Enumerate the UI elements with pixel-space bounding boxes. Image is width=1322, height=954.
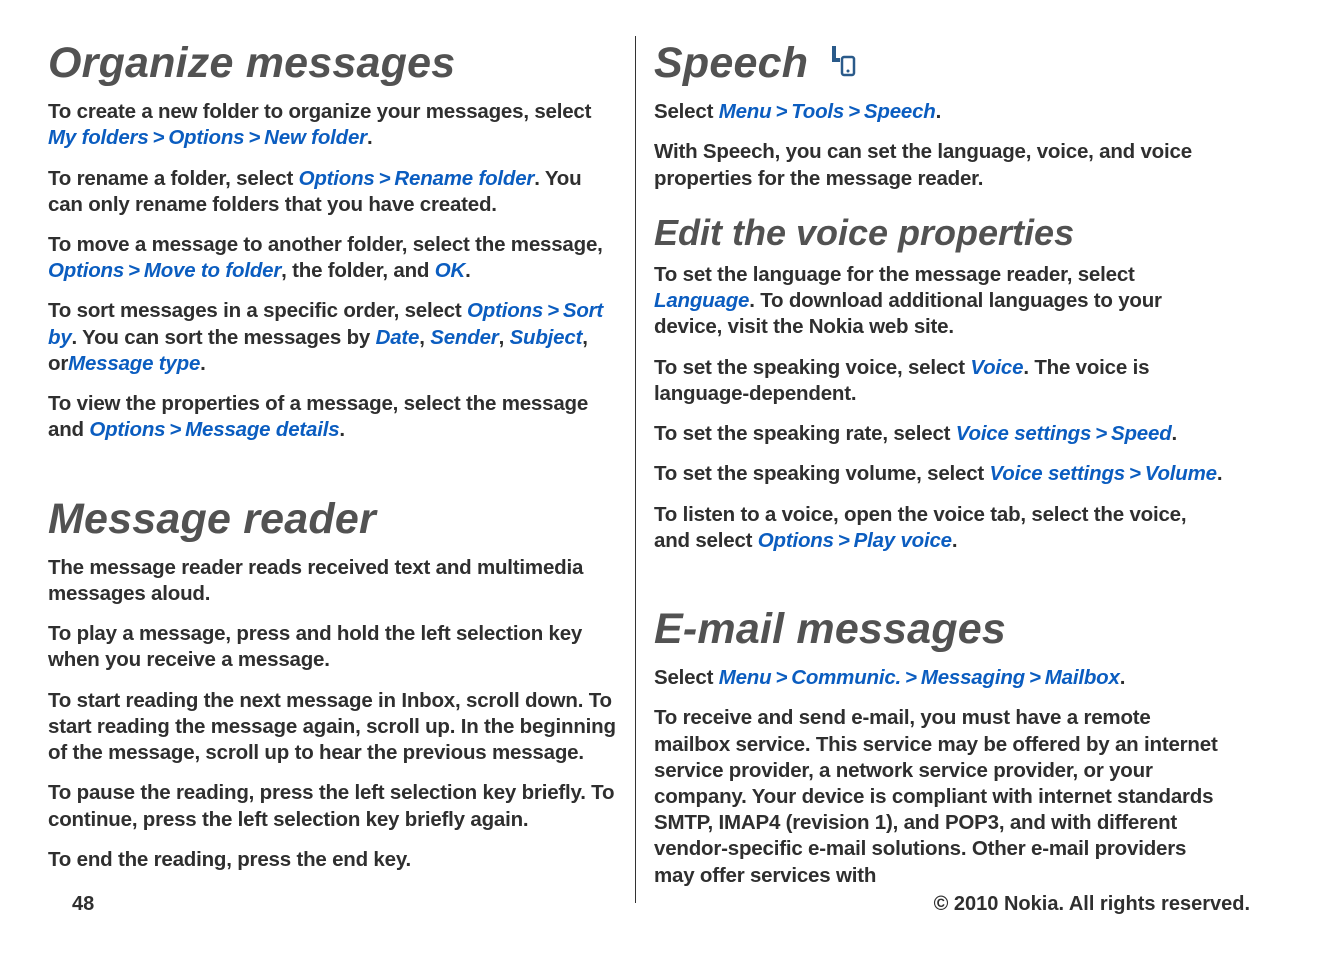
para-email-intro: To receive and send e-mail, you must hav… — [654, 705, 1224, 889]
link-new-folder[interactable]: New folder — [264, 126, 367, 149]
para-reader-intro: The message reader reads received text a… — [48, 555, 617, 607]
right-column: Speech Select Menu>Tools>Speech. With Sp… — [636, 36, 1224, 903]
link-options[interactable]: Options — [48, 259, 124, 282]
text: To set the language for the message read… — [654, 263, 1135, 286]
chevron-right-icon: > — [844, 100, 864, 123]
link-menu[interactable]: Menu — [719, 100, 772, 123]
link-subject[interactable]: Subject — [510, 326, 583, 349]
link-move-to-folder[interactable]: Move to folder — [144, 259, 281, 282]
para-sort-messages: To sort messages in a specific order, se… — [48, 298, 617, 377]
chevron-right-icon: > — [771, 100, 791, 123]
heading-edit-voice-properties: Edit the voice properties — [654, 210, 1224, 256]
text: Select — [654, 666, 719, 689]
link-speech[interactable]: Speech — [864, 100, 936, 123]
chevron-right-icon: > — [543, 299, 563, 322]
text: To sort messages in a specific order, se… — [48, 299, 467, 322]
chevron-right-icon: > — [1125, 462, 1145, 485]
link-date[interactable]: Date — [376, 326, 420, 349]
text: . — [1217, 462, 1223, 485]
link-options[interactable]: Options — [467, 299, 543, 322]
text: . — [952, 529, 958, 552]
para-pause-reading: To pause the reading, press the left sel… — [48, 780, 617, 832]
text: . — [367, 126, 373, 149]
link-voice-settings[interactable]: Voice settings — [956, 422, 1091, 445]
speech-icon — [826, 36, 856, 91]
link-options[interactable]: Options — [758, 529, 834, 552]
para-set-voice: To set the speaking voice, select Voice.… — [654, 355, 1224, 407]
link-options[interactable]: Options — [89, 418, 165, 441]
link-play-voice[interactable]: Play voice — [854, 529, 952, 552]
text: . — [936, 100, 942, 123]
text: To set the speaking volume, select — [654, 462, 990, 485]
chevron-right-icon: > — [1025, 666, 1045, 689]
para-next-message: To start reading the next message in Inb… — [48, 688, 617, 767]
text: To create a new folder to organize your … — [48, 100, 591, 123]
link-ok[interactable]: OK — [435, 259, 465, 282]
heading-message-reader: Message reader — [48, 492, 617, 547]
text: Select — [654, 100, 719, 123]
text: . — [1172, 422, 1178, 445]
link-options[interactable]: Options — [168, 126, 244, 149]
para-speech-nav: Select Menu>Tools>Speech. — [654, 99, 1224, 125]
link-language[interactable]: Language — [654, 289, 749, 312]
link-voice[interactable]: Voice — [970, 356, 1023, 379]
chevron-right-icon: > — [124, 259, 144, 282]
para-play-message: To play a message, press and hold the le… — [48, 621, 617, 673]
chevron-right-icon: > — [901, 666, 921, 689]
chevron-right-icon: > — [1091, 422, 1111, 445]
para-set-rate: To set the speaking rate, select Voice s… — [654, 421, 1224, 447]
text: , the folder, and — [281, 259, 435, 282]
text: To set the speaking rate, select — [654, 422, 956, 445]
chevron-right-icon: > — [244, 126, 264, 149]
text: . You can sort the messages by — [72, 326, 376, 349]
chevron-right-icon: > — [771, 666, 791, 689]
page-number: 48 — [72, 892, 94, 918]
link-speed[interactable]: Speed — [1111, 422, 1172, 445]
link-message-type[interactable]: Message type — [68, 352, 200, 375]
para-create-folder: To create a new folder to organize your … — [48, 99, 617, 151]
link-voice-settings[interactable]: Voice settings — [990, 462, 1125, 485]
para-move-message: To move a message to another folder, sel… — [48, 232, 617, 284]
link-tools[interactable]: Tools — [791, 100, 844, 123]
para-email-nav: Select Menu>Communic.>Messaging>Mailbox. — [654, 665, 1224, 691]
heading-text: Speech — [654, 39, 808, 87]
link-my-folders[interactable]: My folders — [48, 126, 149, 149]
link-communic[interactable]: Communic. — [791, 666, 901, 689]
para-listen-voice: To listen to a voice, open the voice tab… — [654, 502, 1224, 554]
page-content: Organize messages To create a new folder… — [0, 0, 1322, 903]
text: . — [339, 418, 345, 441]
text: . — [200, 352, 206, 375]
para-message-properties: To view the properties of a message, sel… — [48, 391, 617, 443]
heading-speech: Speech — [654, 36, 1224, 91]
link-volume[interactable]: Volume — [1145, 462, 1217, 485]
link-options[interactable]: Options — [299, 167, 375, 190]
text: To rename a folder, select — [48, 167, 299, 190]
text: To set the speaking voice, select — [654, 356, 970, 379]
link-sender[interactable]: Sender — [430, 326, 498, 349]
link-message-details[interactable]: Message details — [185, 418, 339, 441]
link-mailbox[interactable]: Mailbox — [1045, 666, 1120, 689]
link-messaging[interactable]: Messaging — [921, 666, 1025, 689]
link-menu[interactable]: Menu — [719, 666, 772, 689]
text: . — [1120, 666, 1126, 689]
heading-organize-messages: Organize messages — [48, 36, 617, 91]
text: To move a message to another folder, sel… — [48, 233, 603, 256]
text: . — [465, 259, 471, 282]
left-column: Organize messages To create a new folder… — [48, 36, 636, 903]
para-rename-folder: To rename a folder, select Options>Renam… — [48, 166, 617, 218]
para-end-reading: To end the reading, press the end key. — [48, 847, 617, 873]
link-rename-folder[interactable]: Rename folder — [394, 167, 534, 190]
para-speech-intro: With Speech, you can set the language, v… — [654, 139, 1224, 191]
heading-email-messages: E-mail messages — [654, 602, 1224, 657]
chevron-right-icon: > — [375, 167, 395, 190]
chevron-right-icon: > — [149, 126, 169, 149]
chevron-right-icon: > — [834, 529, 854, 552]
chevron-right-icon: > — [165, 418, 185, 441]
para-set-volume: To set the speaking volume, select Voice… — [654, 461, 1224, 487]
para-set-language: To set the language for the message read… — [654, 262, 1224, 341]
page-footer: 48 © 2010 Nokia. All rights reserved. — [0, 892, 1322, 918]
copyright-text: © 2010 Nokia. All rights reserved. — [934, 892, 1250, 918]
